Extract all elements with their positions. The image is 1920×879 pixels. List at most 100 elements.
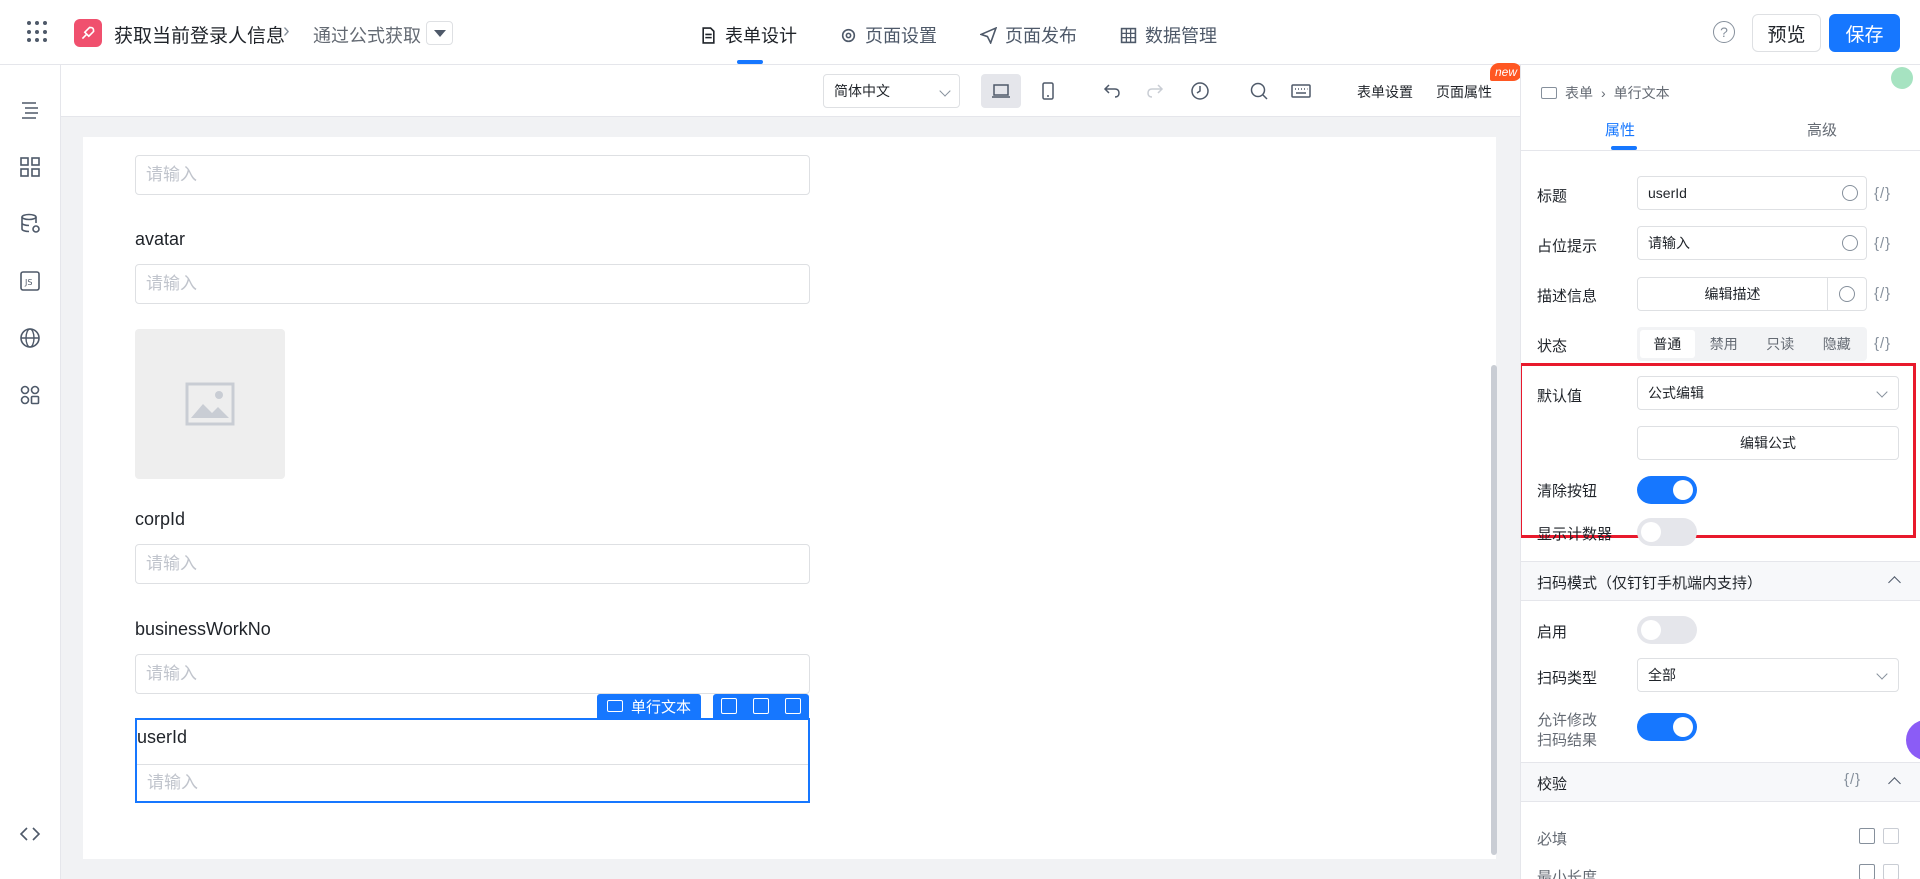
apps-grid-icon[interactable] (27, 21, 49, 43)
gear-icon (841, 28, 856, 42)
breadcrumb-form[interactable]: 表单 (1565, 83, 1593, 103)
history-icon[interactable] (1187, 78, 1213, 104)
chevron-up-icon (1888, 576, 1901, 589)
form-icon (1541, 87, 1557, 99)
required-checkbox[interactable] (1883, 828, 1899, 844)
page-title[interactable]: 通过公式获取 (313, 22, 421, 48)
state-normal[interactable]: 普通 (1640, 330, 1695, 358)
tab-advanced[interactable]: 高级 (1807, 119, 1837, 140)
undo-icon[interactable] (1099, 78, 1125, 104)
state-readonly[interactable]: 只读 (1753, 330, 1808, 358)
edit-description-button[interactable]: 编辑描述 (1637, 277, 1867, 311)
show-counter-toggle[interactable] (1637, 518, 1697, 546)
copy-icon[interactable] (753, 698, 769, 714)
formula-icon[interactable]: {/} (1874, 185, 1891, 202)
userid-input[interactable]: 请输入 (137, 764, 808, 801)
edit-icon[interactable] (1859, 828, 1875, 844)
state-segmented-control: 普通 禁用 只读 隐藏 (1637, 327, 1867, 361)
tab-properties[interactable]: 属性 (1605, 119, 1635, 140)
status-dot (1891, 67, 1913, 89)
scan-mode-section[interactable]: 扫码模式（仅钉钉手机端内支持） (1521, 561, 1920, 601)
title-input[interactable]: userId (1637, 176, 1867, 210)
section-title: 扫码模式（仅钉钉手机端内支持） (1537, 575, 1763, 592)
globe-icon[interactable] (1842, 235, 1858, 251)
scan-type-select[interactable]: 全部 (1637, 658, 1899, 692)
selected-tag-label: 单行文本 (631, 698, 692, 716)
state-disabled[interactable]: 禁用 (1697, 330, 1752, 358)
corpid-input[interactable]: 请输入 (135, 544, 810, 584)
page-properties-button[interactable]: 页面属性 (1436, 82, 1492, 102)
min-length-label: 最小长度 (1537, 869, 1598, 879)
section-title: 校验 (1537, 776, 1568, 793)
text-input[interactable]: 请输入 (135, 155, 810, 195)
scan-type-label: 扫码类型 (1537, 670, 1598, 687)
mobile-view-icon[interactable] (1035, 78, 1061, 104)
tab-page-settings[interactable]: 页面设置 (840, 22, 937, 48)
page-switch-dropdown[interactable] (426, 21, 453, 45)
chevron-right-icon: › (283, 20, 290, 42)
properties-panel: 表单 › 单行文本 属性 高级 标题 userId {/} 占位提示 请输入 {… (1520, 65, 1920, 879)
selected-component-tag[interactable]: 单行文本 (597, 694, 702, 718)
formula-icon[interactable]: {/} (1844, 771, 1861, 788)
redo-icon[interactable] (1142, 78, 1168, 104)
tab-page-publish[interactable]: 页面发布 (980, 22, 1077, 48)
edit-icon[interactable] (1859, 864, 1875, 879)
clear-button-toggle[interactable] (1637, 476, 1697, 504)
add-icon[interactable] (721, 698, 737, 714)
avatar-input[interactable]: 请输入 (135, 264, 810, 304)
min-length-checkbox[interactable] (1883, 864, 1899, 879)
selected-field-userid[interactable]: userId 请输入 (135, 718, 810, 803)
top-header: 获取当前登录人信息 › 通过公式获取 表单设计 页面设置 页面发布 数据管理 ?… (0, 0, 1920, 65)
js-icon[interactable]: JS (18, 269, 42, 293)
allow-modify-toggle[interactable] (1637, 713, 1697, 741)
components-icon[interactable] (18, 155, 42, 179)
table-icon (1120, 27, 1137, 43)
description-label: 描述信息 (1537, 288, 1598, 305)
code-icon[interactable] (18, 822, 42, 846)
placeholder-input[interactable]: 请输入 (1637, 226, 1867, 260)
outline-icon[interactable] (18, 98, 42, 122)
globe-icon[interactable] (18, 326, 42, 350)
title-label: 标题 (1537, 188, 1568, 205)
designer-toolbar: 简体中文 表单设置 页面属性 new (61, 63, 1523, 117)
formula-icon[interactable]: {/} (1874, 335, 1891, 352)
enable-label: 启用 (1537, 624, 1568, 641)
highlight-box (1521, 363, 1916, 538)
delete-icon[interactable] (785, 698, 801, 714)
plugins-icon[interactable] (18, 383, 42, 407)
canvas-scrollbar[interactable] (1491, 365, 1497, 855)
preview-button[interactable]: 预览 (1752, 14, 1821, 52)
image-placeholder[interactable] (135, 329, 285, 479)
app-title[interactable]: 获取当前登录人信息 (114, 21, 285, 48)
form-canvas: 请输入 avatar 请输入 corpId 请输入 businessWorkNo… (83, 137, 1496, 859)
component-actions (713, 694, 809, 718)
formula-icon[interactable]: {/} (1874, 235, 1891, 252)
placeholder-value: 请输入 (1648, 235, 1690, 251)
tab-data-management[interactable]: 数据管理 (1120, 22, 1217, 48)
form-settings-button[interactable]: 表单设置 (1357, 82, 1413, 102)
globe-icon[interactable] (1842, 185, 1858, 201)
businessworkno-input[interactable]: 请输入 (135, 654, 810, 694)
keyboard-icon[interactable] (1288, 78, 1314, 104)
caret-down-icon (433, 29, 446, 37)
assistant-icon[interactable] (1906, 720, 1920, 760)
placeholder-label: 占位提示 (1537, 238, 1598, 255)
search-icon[interactable] (1246, 78, 1272, 104)
desktop-view-icon[interactable] (981, 74, 1021, 108)
clear-button-label: 清除按钮 (1537, 483, 1598, 500)
field-label-businessworkno: businessWorkNo (135, 619, 271, 639)
validation-section[interactable]: 校验 {/} (1521, 762, 1920, 802)
tab-form-design[interactable]: 表单设计 (700, 22, 797, 48)
state-hidden[interactable]: 隐藏 (1810, 330, 1865, 358)
formula-icon[interactable]: {/} (1874, 285, 1891, 302)
datasource-icon[interactable] (18, 212, 42, 236)
globe-icon[interactable] (1839, 286, 1855, 302)
allow-modify-label-2: 扫码结果 (1537, 732, 1598, 749)
save-button[interactable]: 保存 (1829, 14, 1900, 52)
enable-scan-toggle[interactable] (1637, 616, 1697, 644)
help-icon[interactable]: ? (1713, 21, 1735, 43)
chevron-right-icon: › (1601, 85, 1606, 101)
left-sidebar: JS (0, 65, 61, 879)
chevron-down-icon (939, 85, 951, 97)
language-select[interactable]: 简体中文 (823, 74, 960, 108)
